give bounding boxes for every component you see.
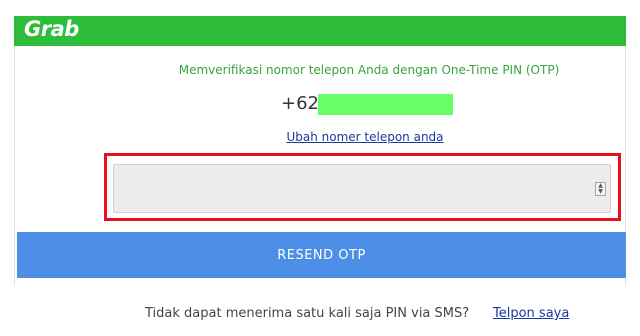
header-bar: Grab [14,16,626,46]
otp-input[interactable]: ▲ ▼ [113,164,611,213]
country-code: +62 [281,93,319,114]
change-phone-link[interactable]: Ubah nomer telepon anda [0,130,640,144]
stepper-down-icon[interactable]: ▼ [596,189,605,195]
grab-logo: Grab [24,17,79,41]
phone-number-redaction [318,94,453,115]
verification-subtitle: Memverifikasi nomor telepon Anda dengan … [178,63,560,77]
call-me-link[interactable]: Telpon saya [493,306,569,321]
footer-text: Tidak dapat menerima satu kali saja PIN … [145,306,470,321]
card-border-left [14,46,15,286]
footer-help: Tidak dapat menerima satu kali saja PIN … [145,306,569,321]
number-stepper-icon[interactable]: ▲ ▼ [595,182,606,196]
otp-verification-page: Grab Memverifikasi nomor telepon Anda de… [0,0,640,336]
resend-otp-button[interactable]: RESEND OTP [17,232,626,278]
